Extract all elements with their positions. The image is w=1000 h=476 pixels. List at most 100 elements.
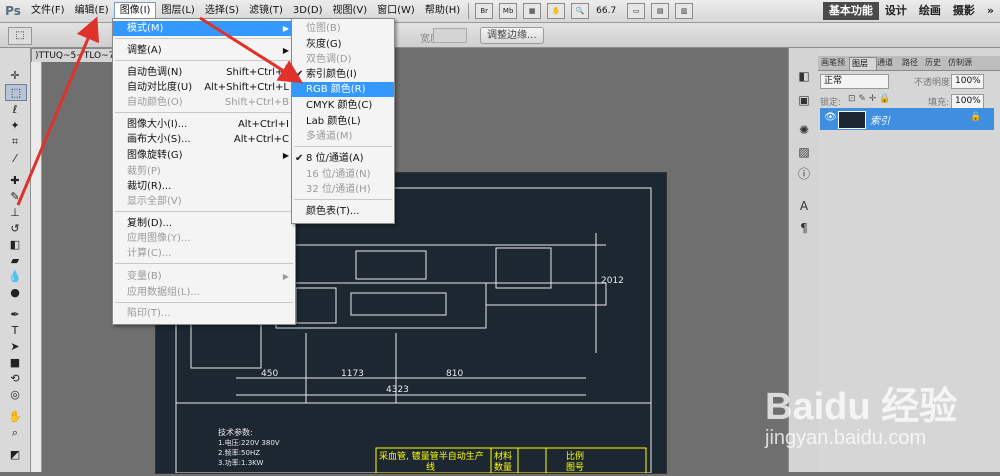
eyedropper-icon[interactable]: ⁄ xyxy=(5,151,25,166)
menu-item-calculations[interactable]: 计算(C)... xyxy=(113,246,295,261)
mode-item-bitmap[interactable]: 位图(B) xyxy=(292,21,394,36)
dodge-tool-icon[interactable]: ● xyxy=(5,285,25,300)
menu-file[interactable]: 文件(F) xyxy=(26,2,70,20)
type-tool-icon[interactable]: T xyxy=(5,323,25,338)
opacity-field[interactable]: 100% xyxy=(951,74,984,89)
mini-bridge-button[interactable]: Mb xyxy=(499,3,518,19)
tab-history[interactable]: 历史 xyxy=(923,57,947,69)
menu-item-canvas-size[interactable]: 画布大小(S)... Alt+Ctrl+C xyxy=(113,132,295,147)
menu-item-mode[interactable]: 模式(M) ▶ xyxy=(113,21,295,36)
menu-item-trap[interactable]: 陷印(T)... xyxy=(113,306,295,321)
mode-item-16-bit[interactable]: 16 位/通道(N) xyxy=(292,167,394,182)
dimension-label: 2012 xyxy=(601,276,624,286)
menu-item-apply-data-set[interactable]: 应用数据组(L)... xyxy=(113,285,295,300)
tab-channels[interactable]: 通道 xyxy=(875,57,901,69)
mode-item-grayscale[interactable]: 灰度(G) xyxy=(292,37,394,52)
note-line: 3.功率:1.3KW xyxy=(218,458,264,467)
width-field[interactable] xyxy=(433,28,467,43)
menu-help[interactable]: 帮助(H) xyxy=(420,2,465,20)
info-panel-icon[interactable]: ⓘ xyxy=(795,166,813,182)
menu-edit[interactable]: 编辑(E) xyxy=(70,2,114,20)
menu-item-apply-image[interactable]: 应用图像(Y)... xyxy=(113,231,295,246)
clone-stamp-icon[interactable]: ⊥ xyxy=(5,205,25,220)
lock-icons[interactable]: ⊡ ✎ ✛ 🔒 xyxy=(848,94,890,104)
layer-thumbnail xyxy=(838,111,866,129)
visibility-eye-icon[interactable]: 👁 xyxy=(824,112,837,123)
menu-item-auto-tone[interactable]: 自动色调(N) Shift+Ctrl+L xyxy=(113,65,295,80)
layout-icon[interactable]: ▤ xyxy=(651,3,670,19)
menu-item-image-rotation[interactable]: 图像旋转(G) ▶ xyxy=(113,148,295,163)
menu-item-adjustments[interactable]: 调整(A) ▶ xyxy=(113,43,295,58)
workspace-photography[interactable]: 摄影 xyxy=(947,2,981,20)
workspace-essentials[interactable]: 基本功能 xyxy=(822,2,879,20)
adjustments-panel-icon[interactable]: ▣ xyxy=(795,92,813,108)
menu-item-reveal-all[interactable]: 显示全部(V) xyxy=(113,194,295,209)
3d-rotate-icon[interactable]: ⟲ xyxy=(5,371,25,386)
mode-item-indexed-color[interactable]: ✔ 索引颜色(I) xyxy=(292,67,394,82)
magic-wand-icon[interactable]: ✦ xyxy=(5,118,25,133)
menu-item-image-size[interactable]: 图像大小(I)... Alt+Ctrl+I xyxy=(113,117,295,132)
crop-tool-icon[interactable]: ⌗ xyxy=(5,134,25,149)
blur-tool-icon[interactable]: 💧 xyxy=(5,269,25,284)
title-block-name: 采血管, 镀量管半自动生产 xyxy=(379,450,484,462)
tab-brush-presets[interactable]: 画笔预 xyxy=(819,57,849,69)
mode-item-duotone[interactable]: 双色调(D) xyxy=(292,52,394,67)
bridge-button[interactable]: Br xyxy=(475,3,494,19)
mode-item-8-bit[interactable]: ✔ 8 位/通道(A) xyxy=(292,151,394,166)
mode-item-cmyk-color[interactable]: CMYK 颜色(C) xyxy=(292,98,394,113)
3d-orbit-icon[interactable]: ◎ xyxy=(5,387,25,402)
arrange-icon[interactable]: ▦ xyxy=(523,3,542,19)
tab-clone-source[interactable]: 仿制源 xyxy=(946,57,978,69)
gradient-tool-icon[interactable]: ▰ xyxy=(5,253,25,268)
zoom-tool-icon[interactable]: ⌕ xyxy=(5,425,25,440)
paragraph-panel-icon[interactable]: ¶ xyxy=(795,220,813,236)
navigator-panel-icon[interactable]: ✺ xyxy=(795,122,813,138)
lasso-tool-icon[interactable]: ℓ xyxy=(5,102,25,117)
healing-brush-icon[interactable]: ✚ xyxy=(5,173,25,188)
menu-item-auto-color[interactable]: 自动颜色(O) Shift+Ctrl+B xyxy=(113,95,295,110)
fill-field[interactable]: 100% xyxy=(951,94,984,109)
layer-row[interactable]: 👁 索引 🔒 xyxy=(820,108,994,130)
refine-edge-button[interactable]: 调整边缘... xyxy=(480,27,544,44)
character-panel-icon[interactable]: A xyxy=(795,198,813,214)
workspace-painting[interactable]: 绘画 xyxy=(913,2,947,20)
move-tool-icon[interactable]: ✛ xyxy=(5,68,25,83)
color-panel-icon[interactable]: ◧ xyxy=(795,68,813,84)
histogram-panel-icon[interactable]: ▨ xyxy=(795,144,813,160)
history-brush-icon[interactable]: ↺ xyxy=(5,221,25,236)
menu-item-crop[interactable]: 裁剪(P) xyxy=(113,164,295,179)
tab-layers[interactable]: 图层 xyxy=(849,57,877,70)
mode-item-lab-color[interactable]: Lab 颜色(L) xyxy=(292,114,394,129)
brush-tool-icon[interactable]: ✎ xyxy=(5,189,25,204)
menu-item-trim[interactable]: 裁切(R)... xyxy=(113,179,295,194)
mode-item-32-bit[interactable]: 32 位/通道(H) xyxy=(292,182,394,197)
workspace-design[interactable]: 设计 xyxy=(879,2,913,20)
menu-item-auto-contrast[interactable]: 自动对比度(U) Alt+Shift+Ctrl+L xyxy=(113,80,295,95)
mode-item-rgb-color[interactable]: RGB 颜色(R) xyxy=(292,82,394,97)
hand-tool-icon[interactable]: ✋ xyxy=(5,409,25,424)
marquee-preset-icon[interactable]: ⬚ xyxy=(8,27,32,45)
menu-item-duplicate[interactable]: 复制(D)... xyxy=(113,216,295,231)
mode-item-multichannel[interactable]: 多通道(M) xyxy=(292,129,394,144)
pen-tool-icon[interactable]: ✒ xyxy=(5,307,25,322)
machine-part xyxy=(485,282,607,306)
submenu-arrow-icon: ▶ xyxy=(282,272,289,281)
extras-icon[interactable]: ▥ xyxy=(675,3,694,19)
screen-mode-icon[interactable]: ▭ xyxy=(627,3,646,19)
tab-paths[interactable]: 路径 xyxy=(900,57,924,69)
note-line: 1.电压:220V 380V xyxy=(218,438,280,447)
menu-separator xyxy=(294,146,392,147)
layer-name[interactable]: 索引 xyxy=(870,112,890,127)
shape-tool-icon[interactable]: ■ xyxy=(5,355,25,370)
zoom-tool-icon[interactable]: 🔍 xyxy=(571,3,590,19)
marquee-tool-icon[interactable]: ⬚ xyxy=(5,84,27,101)
mode-item-color-table[interactable]: 颜色表(T)... xyxy=(292,204,394,219)
color-swatches-icon[interactable]: ◩ xyxy=(5,447,25,462)
zoom-level[interactable]: 66.7 xyxy=(596,6,624,16)
path-selection-icon[interactable]: ➤ xyxy=(5,339,25,354)
menu-item-variables[interactable]: 变量(B) ▶ xyxy=(113,269,295,284)
workspace-more-icon[interactable]: » xyxy=(981,2,1000,20)
eraser-icon[interactable]: ◧ xyxy=(5,237,25,252)
hand-icon[interactable]: ✋ xyxy=(547,3,566,19)
blend-mode-select[interactable]: 正常 xyxy=(820,74,889,89)
